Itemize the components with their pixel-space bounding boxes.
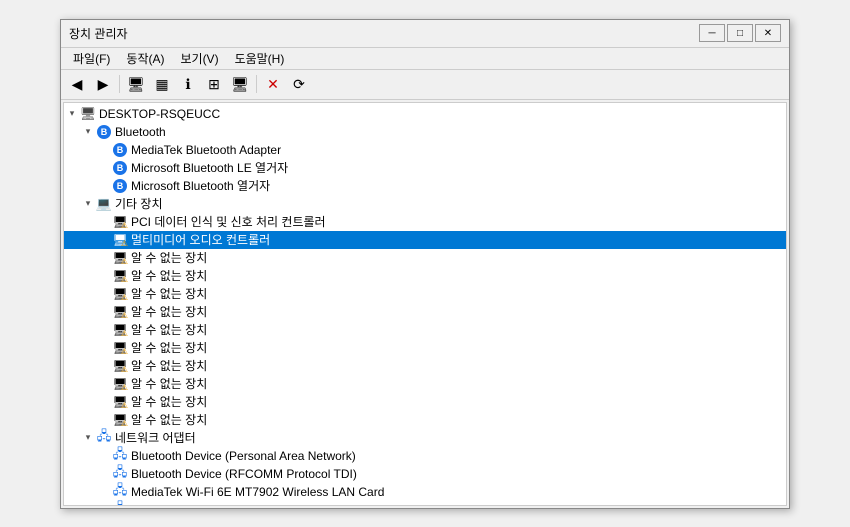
multimedia-icon: 🖥⚠ [112, 232, 128, 248]
forward-button[interactable]: ▶ [91, 73, 115, 95]
maximize-button[interactable]: □ [727, 24, 753, 42]
window-controls: ─ □ ✕ [699, 24, 781, 42]
net3-icon: 🖧 [112, 484, 128, 500]
root-expand[interactable]: ▾ [64, 106, 80, 122]
monitor-button[interactable]: 🖥 [228, 73, 252, 95]
unknown8-label: 알 수 없는 장치 [131, 375, 207, 392]
menu-action[interactable]: 동작(A) [118, 48, 172, 69]
unknown7-icon: 🖥⚠ [112, 358, 128, 374]
net1-icon: 🖧 [112, 448, 128, 464]
update-button[interactable]: ⟳ [287, 73, 311, 95]
unknown3-label: 알 수 없는 장치 [131, 285, 207, 302]
bluetooth-category-icon: B [96, 124, 112, 140]
net4-label: Microsoft Kernel Debug Network Adapter [131, 503, 348, 506]
tree-item-net2[interactable]: 🖧 Bluetooth Device (RFCOMM Protocol TDI) [64, 465, 786, 483]
root-label: DESKTOP-RSQEUCC [99, 107, 220, 121]
unknown3-icon: 🖥⚠ [112, 286, 128, 302]
other-expand[interactable]: ▾ [80, 196, 96, 212]
content-area: ▾ 🖥 DESKTOP-RSQEUCC ▾ B Bluetooth B [61, 100, 789, 508]
tree-item-unknown-8[interactable]: 🖥⚠ 알 수 없는 장치 [64, 375, 786, 393]
unknown2-icon: 🖥⚠ [112, 268, 128, 284]
unknown8-icon: 🖥⚠ [112, 376, 128, 392]
other-label: 기타 장치 [115, 195, 163, 212]
unknown5-label: 알 수 없는 장치 [131, 321, 207, 338]
unknown9-label: 알 수 없는 장치 [131, 393, 207, 410]
bt2-icon: B [112, 160, 128, 176]
net4-icon: 🖧 [112, 502, 128, 506]
tree-item-net3[interactable]: 🖧 MediaTek Wi-Fi 6E MT7902 Wireless LAN … [64, 483, 786, 501]
tree-item-unknown-9[interactable]: 🖥⚠ 알 수 없는 장치 [64, 393, 786, 411]
other-category-icon: 💻 [96, 196, 112, 212]
unknown7-label: 알 수 없는 장치 [131, 357, 207, 374]
tree-item-unknown-1[interactable]: 🖥⚠ 알 수 없는 장치 [64, 249, 786, 267]
menu-help[interactable]: 도움말(H) [227, 48, 293, 69]
window-title: 장치 관리자 [69, 25, 128, 42]
menu-file[interactable]: 파일(F) [65, 48, 118, 69]
unknown1-icon: 🖥⚠ [112, 250, 128, 266]
tree-item-unknown-10[interactable]: 🖥⚠ 알 수 없는 장치 [64, 411, 786, 429]
bt3-icon: B [112, 178, 128, 194]
bluetooth-expand[interactable]: ▾ [80, 124, 96, 140]
back-button[interactable]: ◀ [65, 73, 89, 95]
unknown10-icon: 🖥⚠ [112, 412, 128, 428]
bt3-label: Microsoft Bluetooth 열거자 [131, 177, 270, 194]
bt1-label: MediaTek Bluetooth Adapter [131, 143, 281, 157]
menu-bar: 파일(F) 동작(A) 보기(V) 도움말(H) [61, 48, 789, 70]
tree-item-unknown-7[interactable]: 🖥⚠ 알 수 없는 장치 [64, 357, 786, 375]
grid-button[interactable]: ⊞ [202, 73, 226, 95]
bluetooth-label: Bluetooth [115, 125, 166, 139]
tree-root[interactable]: ▾ 🖥 DESKTOP-RSQEUCC [64, 105, 786, 123]
unknown9-icon: 🖥⚠ [112, 394, 128, 410]
network-label: 네트워크 어댑터 [115, 429, 196, 446]
unknown10-label: 알 수 없는 장치 [131, 411, 207, 428]
net3-label: MediaTek Wi-Fi 6E MT7902 Wireless LAN Ca… [131, 485, 384, 499]
tree-item-bt2[interactable]: B Microsoft Bluetooth LE 열거자 [64, 159, 786, 177]
tree-item-net4[interactable]: 🖧 Microsoft Kernel Debug Network Adapter [64, 501, 786, 506]
tree-item-unknown-6[interactable]: 🖥⚠ 알 수 없는 장치 [64, 339, 786, 357]
close-button[interactable]: ✕ [755, 24, 781, 42]
info-button[interactable]: ℹ [176, 73, 200, 95]
computer-button[interactable]: 🖥 [124, 73, 148, 95]
unknown5-icon: 🖥⚠ [112, 322, 128, 338]
tree-item-network-category[interactable]: ▾ 🖧 네트워크 어댑터 [64, 429, 786, 447]
tree-item-bt1[interactable]: B MediaTek Bluetooth Adapter [64, 141, 786, 159]
device-manager-window: 장치 관리자 ─ □ ✕ 파일(F) 동작(A) 보기(V) 도움말(H) ◀ … [60, 19, 790, 509]
tree-item-bluetooth-category[interactable]: ▾ B Bluetooth [64, 123, 786, 141]
tree-item-unknown-4[interactable]: 🖥⚠ 알 수 없는 장치 [64, 303, 786, 321]
pci-label: PCI 데이터 인식 및 신호 처리 컨트롤러 [131, 213, 326, 230]
net2-label: Bluetooth Device (RFCOMM Protocol TDI) [131, 467, 357, 481]
tree-item-net1[interactable]: 🖧 Bluetooth Device (Personal Area Networ… [64, 447, 786, 465]
computer-icon: 🖥 [80, 106, 96, 122]
device-tree[interactable]: ▾ 🖥 DESKTOP-RSQEUCC ▾ B Bluetooth B [63, 102, 787, 506]
bt1-icon: B [112, 142, 128, 158]
multimedia-label: 멀티미디어 오디오 컨트롤러 [131, 231, 270, 248]
net1-label: Bluetooth Device (Personal Area Network) [131, 449, 356, 463]
unknown2-label: 알 수 없는 장치 [131, 267, 207, 284]
pci-icon: 🖥⚠ [112, 214, 128, 230]
bt2-label: Microsoft Bluetooth LE 열거자 [131, 159, 288, 176]
delete-button[interactable]: ✕ [261, 73, 285, 95]
tree-item-pci[interactable]: 🖥⚠ PCI 데이터 인식 및 신호 처리 컨트롤러 [64, 213, 786, 231]
unknown4-label: 알 수 없는 장치 [131, 303, 207, 320]
menu-view[interactable]: 보기(V) [172, 48, 226, 69]
tree-item-unknown-2[interactable]: 🖥⚠ 알 수 없는 장치 [64, 267, 786, 285]
unknown6-icon: 🖥⚠ [112, 340, 128, 356]
network-expand[interactable]: ▾ [80, 430, 96, 446]
tree-item-unknown-3[interactable]: 🖥⚠ 알 수 없는 장치 [64, 285, 786, 303]
toolbar: ◀ ▶ 🖥 ▦ ℹ ⊞ 🖥 ✕ ⟳ [61, 70, 789, 100]
unknown4-icon: 🖥⚠ [112, 304, 128, 320]
network-category-icon: 🖧 [96, 430, 112, 446]
minimize-button[interactable]: ─ [699, 24, 725, 42]
list-button[interactable]: ▦ [150, 73, 174, 95]
tree-item-bt3[interactable]: B Microsoft Bluetooth 열거자 [64, 177, 786, 195]
toolbar-separator-1 [119, 75, 120, 93]
tree-item-multimedia[interactable]: 🖥⚠ 멀티미디어 오디오 컨트롤러 [64, 231, 786, 249]
tree-item-other-category[interactable]: ▾ 💻 기타 장치 [64, 195, 786, 213]
tree-item-unknown-5[interactable]: 🖥⚠ 알 수 없는 장치 [64, 321, 786, 339]
net2-icon: 🖧 [112, 466, 128, 482]
toolbar-separator-2 [256, 75, 257, 93]
unknown1-label: 알 수 없는 장치 [131, 249, 207, 266]
unknown6-label: 알 수 없는 장치 [131, 339, 207, 356]
title-bar: 장치 관리자 ─ □ ✕ [61, 20, 789, 48]
